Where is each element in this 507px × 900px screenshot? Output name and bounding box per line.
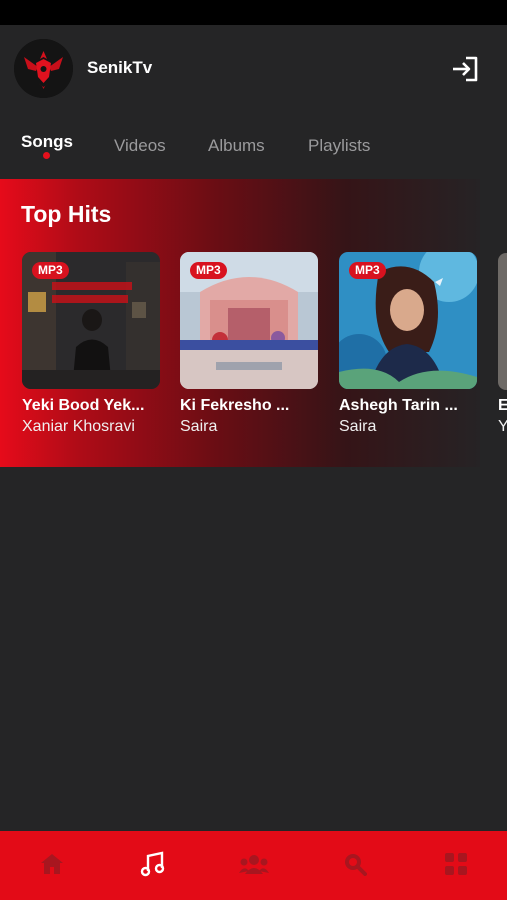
bottom-nav xyxy=(0,831,507,900)
mp3-badge: MP3 xyxy=(190,262,227,279)
top-hits-section: Top Hits MP3 Yeki Bood Yek... Xaniar Kho… xyxy=(0,179,480,467)
song-artist: Saira xyxy=(180,418,218,435)
song-artist: Xaniar Khosravi xyxy=(22,418,135,435)
grid-icon xyxy=(445,853,467,875)
song-title: Ashegh Tarin ... xyxy=(339,397,458,414)
status-bar xyxy=(0,0,507,25)
active-tab-indicator xyxy=(43,152,50,159)
song-title: Yeki Bood Yek... xyxy=(22,397,145,414)
app-name: SenikTv xyxy=(87,58,153,77)
mp3-badge: MP3 xyxy=(349,262,386,279)
tab-songs[interactable]: Songs xyxy=(21,132,73,152)
mp3-badge: MP3 xyxy=(32,262,69,279)
app-header: SenikTv xyxy=(0,25,507,115)
tab-playlists[interactable]: Playlists xyxy=(308,136,370,156)
avatar[interactable] xyxy=(14,39,73,98)
logout-button[interactable] xyxy=(450,55,480,83)
nav-more[interactable] xyxy=(441,849,471,879)
logout-icon xyxy=(453,56,478,82)
song-artist: Saira xyxy=(339,418,377,435)
section-title: Top Hits xyxy=(21,201,112,227)
song-card-peek[interactable] xyxy=(498,253,507,390)
song-artist: Y xyxy=(498,418,507,435)
users-icon xyxy=(239,855,269,874)
phoenix-logo-icon xyxy=(14,39,73,98)
song-title: Ki Fekresho ... xyxy=(180,397,290,414)
music-note-icon xyxy=(140,851,165,877)
tab-videos[interactable]: Videos xyxy=(114,136,166,156)
tab-bar: Songs Videos Albums Playlists xyxy=(0,125,507,165)
tab-albums[interactable]: Albums xyxy=(208,136,265,156)
song-title: E xyxy=(498,397,507,414)
search-icon xyxy=(345,854,367,876)
home-icon xyxy=(41,854,63,874)
nav-music[interactable] xyxy=(138,849,168,879)
nav-artists[interactable] xyxy=(239,849,269,879)
nav-search[interactable] xyxy=(340,849,370,879)
nav-home[interactable] xyxy=(37,849,67,879)
